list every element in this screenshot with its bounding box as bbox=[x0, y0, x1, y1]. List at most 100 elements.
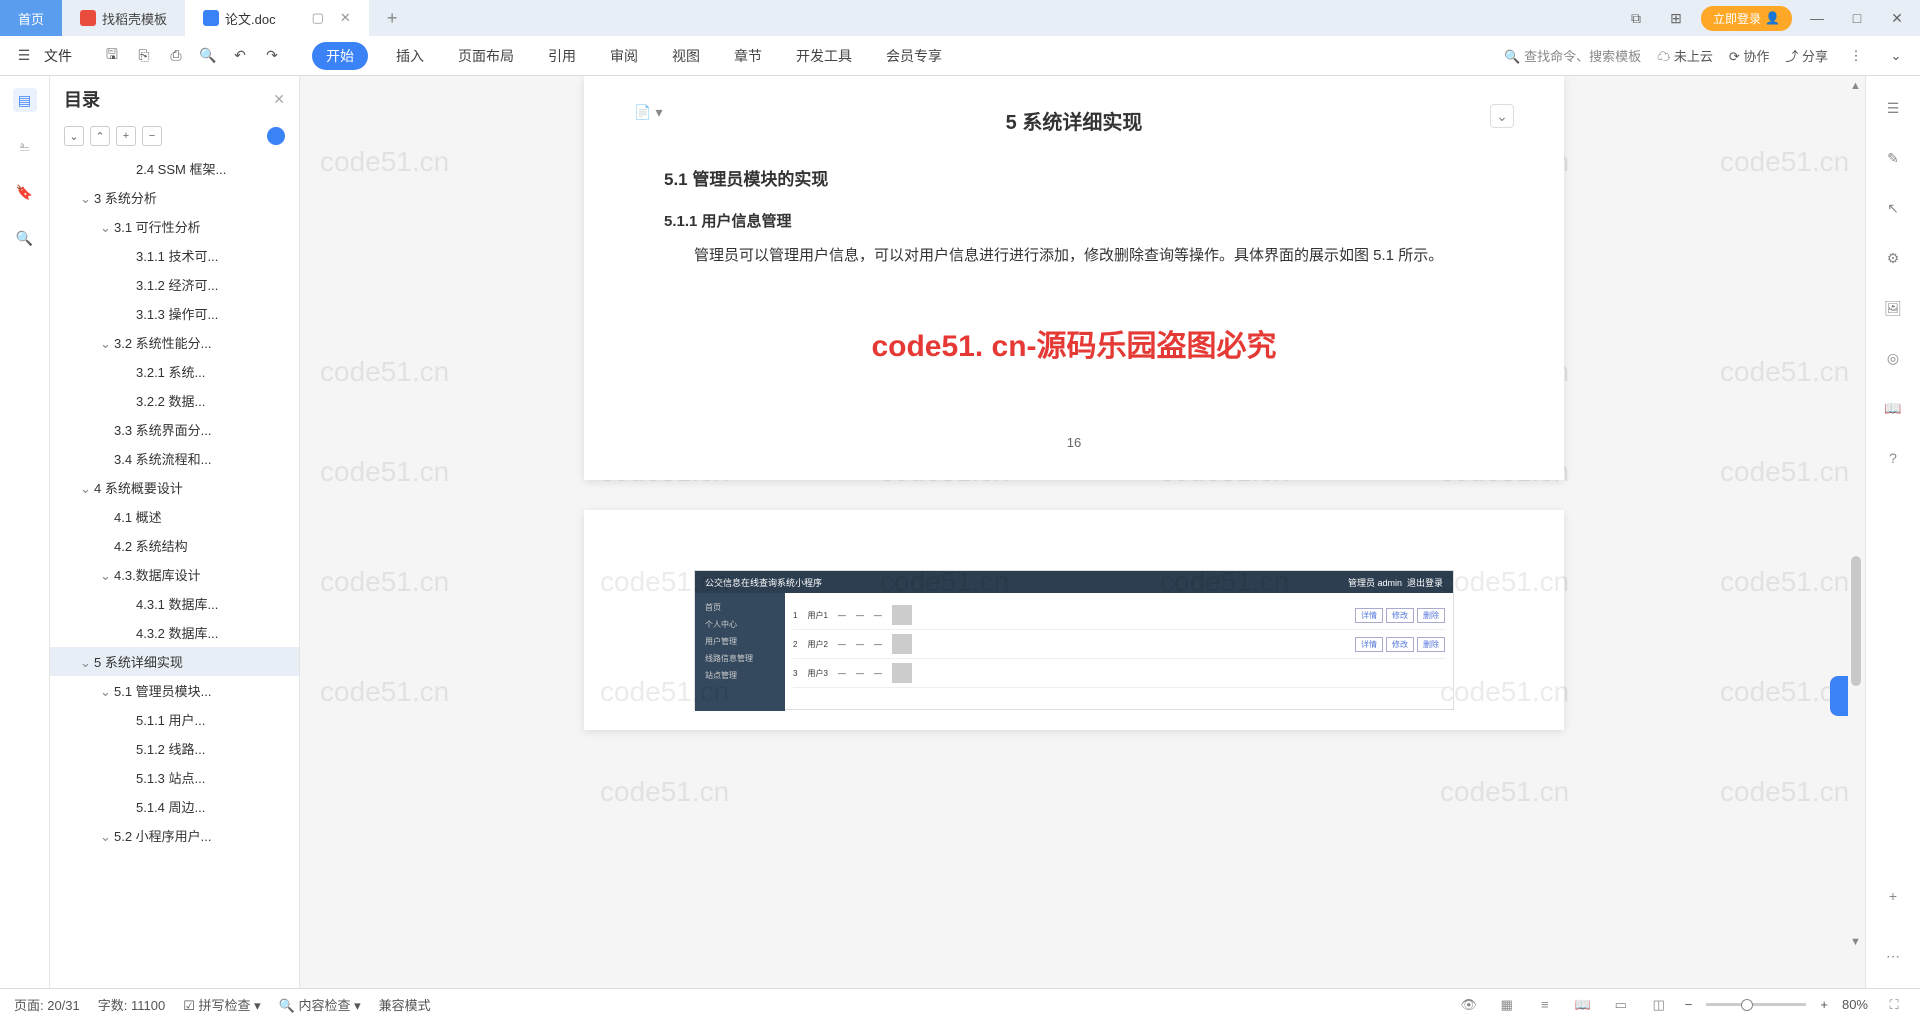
login-button[interactable]: 立即登录👤 bbox=[1701, 6, 1792, 31]
search-left-icon[interactable]: 🔍 bbox=[13, 226, 37, 250]
zoom-out-icon[interactable]: − bbox=[1685, 997, 1693, 1012]
tab-review[interactable]: 审阅 bbox=[604, 42, 644, 70]
scrollbar-thumb[interactable] bbox=[1851, 556, 1861, 686]
help-icon[interactable]: ? bbox=[1881, 446, 1905, 470]
cloud-status[interactable]: ☁ 未上云 bbox=[1657, 46, 1713, 65]
collapse-all-icon[interactable]: ⌄ bbox=[64, 126, 84, 146]
more-right-icon[interactable]: ⋯ bbox=[1881, 944, 1905, 968]
menu-icon[interactable]: ☰ bbox=[12, 44, 36, 68]
outline-item[interactable]: 5.1.4 周边... bbox=[50, 792, 299, 821]
content-check-button[interactable]: 🔍 内容检查 ▾ bbox=[279, 995, 361, 1014]
layout-icon[interactable]: ⧉ bbox=[1621, 3, 1651, 33]
settings-slider-icon[interactable]: ⚙ bbox=[1881, 246, 1905, 270]
tab-member[interactable]: 会员专享 bbox=[880, 42, 948, 70]
tab-start[interactable]: 开始 bbox=[312, 42, 368, 70]
search-input[interactable]: 🔍 查找命令、搜索模板 bbox=[1504, 46, 1641, 65]
redo-icon[interactable]: ↷ bbox=[260, 44, 284, 68]
tab-home[interactable]: 首页 bbox=[0, 0, 62, 36]
outline-item[interactable]: 4.3.1 数据库... bbox=[50, 589, 299, 618]
outline-item[interactable]: ⌄4 系统概要设计 bbox=[50, 473, 299, 502]
zoom-slider[interactable] bbox=[1706, 1003, 1806, 1006]
tab-templates[interactable]: 找稻壳模板 bbox=[62, 0, 185, 36]
tab-layout[interactable]: 页面布局 bbox=[452, 42, 520, 70]
pencil-icon[interactable]: ✎ bbox=[1881, 146, 1905, 170]
view-page-icon[interactable]: ▦ bbox=[1495, 993, 1519, 1017]
outline-item[interactable]: ⌄5 系统详细实现 bbox=[50, 647, 299, 676]
word-count[interactable]: 字数: 11100 bbox=[98, 995, 165, 1014]
view-focus-icon[interactable]: ◫ bbox=[1647, 993, 1671, 1017]
more-icon[interactable]: ⋮ bbox=[1844, 44, 1868, 68]
view-read-icon[interactable]: 📖 bbox=[1571, 993, 1595, 1017]
outline-item[interactable]: 2.4 SSM 框架... bbox=[50, 154, 299, 183]
read-icon[interactable]: 📖 bbox=[1881, 396, 1905, 420]
tab-view[interactable]: 视图 bbox=[666, 42, 706, 70]
outline-item[interactable]: 4.3.2 数据库... bbox=[50, 618, 299, 647]
outline-item[interactable]: ⌄5.1 管理员模块... bbox=[50, 676, 299, 705]
maximize-icon[interactable]: □ bbox=[1842, 3, 1872, 33]
spellcheck-button[interactable]: ☑ 拼写检查 ▾ bbox=[183, 995, 260, 1014]
eye-icon[interactable]: 👁 bbox=[1457, 993, 1481, 1017]
outline-item[interactable]: ⌄4.3.数据库设计 bbox=[50, 560, 299, 589]
outline-item[interactable]: 3.1.3 操作可... bbox=[50, 299, 299, 328]
view-web-icon[interactable]: ≡ bbox=[1533, 993, 1557, 1017]
outline-close-icon[interactable]: ✕ bbox=[273, 91, 285, 108]
tab-close-icon[interactable]: ✕ bbox=[340, 10, 351, 26]
document-area[interactable]: code51.cn code51.cn code51.cn code51.cn … bbox=[300, 76, 1848, 988]
expand-all-icon[interactable]: ⌃ bbox=[90, 126, 110, 146]
share-button[interactable]: ⤴ 分享 bbox=[1785, 46, 1828, 65]
tab-reference[interactable]: 引用 bbox=[542, 42, 582, 70]
cursor-icon[interactable]: ↖ bbox=[1881, 196, 1905, 220]
coop-button[interactable]: ⟳ 协作 bbox=[1729, 46, 1770, 65]
outline-item[interactable]: ⌄3 系统分析 bbox=[50, 183, 299, 212]
outline-item[interactable]: 3.4 系统流程和... bbox=[50, 444, 299, 473]
bookmark-icon[interactable]: 🔖 bbox=[13, 180, 37, 204]
outline-item[interactable]: 5.1.3 站点... bbox=[50, 763, 299, 792]
tab-insert[interactable]: 插入 bbox=[390, 42, 430, 70]
tab-chapter[interactable]: 章节 bbox=[728, 42, 768, 70]
image-icon[interactable]: 🖼 bbox=[1881, 296, 1905, 320]
compat-mode[interactable]: 兼容模式 bbox=[379, 995, 431, 1014]
outline-item[interactable]: 3.1.1 技术可... bbox=[50, 241, 299, 270]
outline-item[interactable]: ⌄3.1 可行性分析 bbox=[50, 212, 299, 241]
tab-new[interactable]: + bbox=[369, 0, 416, 36]
undo-icon[interactable]: ↶ bbox=[228, 44, 252, 68]
page-indicator[interactable]: 页面: 20/31 bbox=[14, 995, 80, 1014]
outline-item[interactable]: 4.2 系统结构 bbox=[50, 531, 299, 560]
outline-item[interactable]: 3.2.2 数据... bbox=[50, 386, 299, 415]
tab-document[interactable]: 论文.doc▢✕ bbox=[185, 0, 369, 36]
tab-present-icon[interactable]: ▢ bbox=[312, 10, 324, 26]
view-outline-icon[interactable]: ▭ bbox=[1609, 993, 1633, 1017]
apps-icon[interactable]: ⊞ bbox=[1661, 3, 1691, 33]
shape-icon[interactable]: ◎ bbox=[1881, 346, 1905, 370]
plus-icon[interactable]: + bbox=[1881, 884, 1905, 908]
outline-item[interactable]: 3.1.2 经济可... bbox=[50, 270, 299, 299]
ruler-icon[interactable]: ⎁ bbox=[13, 134, 37, 158]
menu-right-icon[interactable]: ☰ bbox=[1881, 96, 1905, 120]
fullscreen-icon[interactable]: ⛶ bbox=[1882, 993, 1906, 1017]
outline-item[interactable]: 4.1 概述 bbox=[50, 502, 299, 531]
remove-icon[interactable]: − bbox=[142, 126, 162, 146]
file-menu[interactable]: 文件 bbox=[44, 46, 72, 66]
vertical-scrollbar[interactable]: ▲ ▼ bbox=[1848, 76, 1865, 988]
collapse-ribbon-icon[interactable]: ⌄ bbox=[1884, 44, 1908, 68]
preview-icon[interactable]: 🔍 bbox=[196, 44, 220, 68]
zoom-in-icon[interactable]: + bbox=[1820, 997, 1828, 1012]
outline-item[interactable]: ⌄3.2 系统性能分... bbox=[50, 328, 299, 357]
export-icon[interactable]: ⎘ bbox=[132, 44, 156, 68]
save-icon[interactable]: 🖫 bbox=[100, 44, 124, 68]
float-tab[interactable] bbox=[1830, 676, 1848, 716]
scroll-down-icon[interactable]: ▼ bbox=[1850, 936, 1861, 948]
tab-dev[interactable]: 开发工具 bbox=[790, 42, 858, 70]
outline-item[interactable]: 3.3 系统界面分... bbox=[50, 415, 299, 444]
close-icon[interactable]: ✕ bbox=[1882, 3, 1912, 33]
scroll-up-icon[interactable]: ▲ bbox=[1850, 80, 1861, 92]
sync-badge[interactable] bbox=[267, 127, 285, 145]
page-marker-icon[interactable]: 📄▾ bbox=[634, 104, 666, 121]
minimize-icon[interactable]: — bbox=[1802, 3, 1832, 33]
outline-item[interactable]: 5.1.1 用户... bbox=[50, 705, 299, 734]
outline-item[interactable]: ⌄5.2 小程序用户... bbox=[50, 821, 299, 850]
outline-icon[interactable]: ▤ bbox=[13, 88, 37, 112]
zoom-level[interactable]: 80% bbox=[1842, 997, 1868, 1012]
add-icon[interactable]: + bbox=[116, 126, 136, 146]
collapse-section-icon[interactable]: ⌄ bbox=[1490, 104, 1514, 128]
